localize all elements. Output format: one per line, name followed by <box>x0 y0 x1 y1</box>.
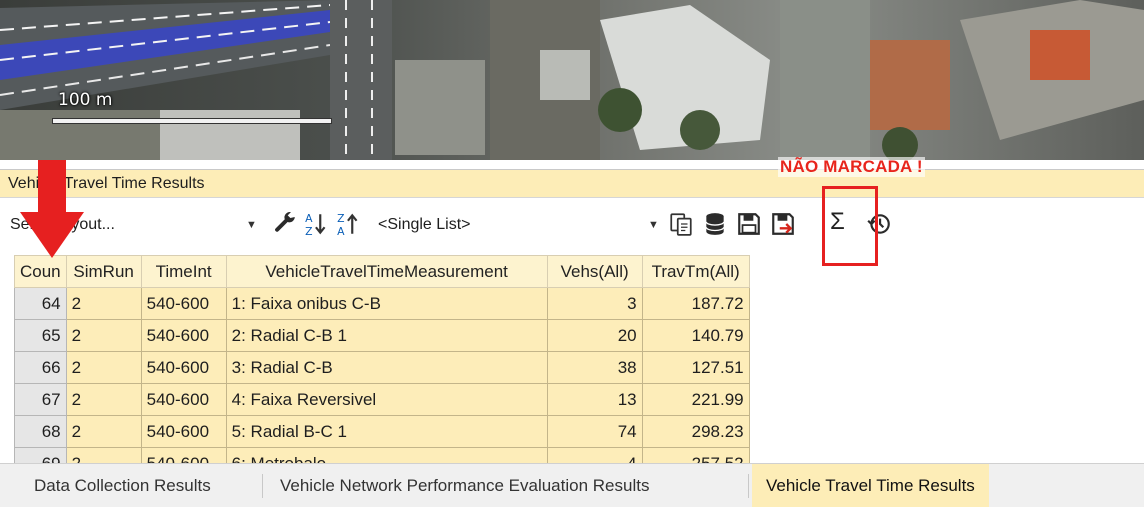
row-index: 66 <box>14 351 67 384</box>
cell-simrun: 2 <box>65 351 142 384</box>
save-icon[interactable] <box>736 211 762 237</box>
cell-vehs: 13 <box>546 383 643 416</box>
red-arrow-icon <box>20 160 84 258</box>
list-select-value: <Single List> <box>378 216 471 233</box>
panel-title: Vehicle Travel Time Results <box>0 169 1144 198</box>
column-header-count[interactable]: Coun <box>14 255 67 288</box>
map-imagery <box>0 0 1144 160</box>
results-toolbar: Select layout... ▼ A Z Z A <Single List>… <box>0 199 1144 251</box>
cell-simrun: 2 <box>65 447 142 463</box>
cell-simrun: 2 <box>65 415 142 448</box>
column-header-vehs[interactable]: Vehs(All) <box>546 255 643 288</box>
sort-ascending-icon[interactable]: A Z <box>304 211 330 237</box>
cell-timeint: 540-600 <box>140 415 227 448</box>
row-index: 67 <box>14 383 67 416</box>
cell-timeint: 540-600 <box>140 447 227 463</box>
row-index: 68 <box>14 415 67 448</box>
map-scale-bar <box>52 118 332 124</box>
column-header-measurement[interactable]: VehicleTravelTimeMeasurement <box>225 255 548 288</box>
save-export-icon[interactable] <box>770 211 796 237</box>
table-row[interactable]: 68 2 540-600 5: Radial B-C 1 74 298.23 <box>14 415 750 448</box>
sort-descending-icon[interactable]: Z A <box>336 211 362 237</box>
results-grid-area[interactable]: Coun SimRun TimeInt VehicleTravelTimeMea… <box>0 251 1144 463</box>
cell-vehs: 74 <box>546 415 643 448</box>
table-row[interactable]: 69 2 540-600 6: Metrobalo 4 257.52 <box>14 447 750 463</box>
cell-simrun: 2 <box>65 319 142 352</box>
tab-vehicle-travel-time-results[interactable]: Vehicle Travel Time Results <box>752 464 989 507</box>
cell-vehs: 38 <box>546 351 643 384</box>
cell-measurement: 3: Radial C-B <box>225 351 548 384</box>
cell-travtm: 298.23 <box>641 415 750 448</box>
wrench-icon[interactable] <box>272 211 298 237</box>
cell-timeint: 540-600 <box>140 287 227 320</box>
svg-text:Z: Z <box>305 225 312 237</box>
cell-measurement: 4: Faixa Reversivel <box>225 383 548 416</box>
column-header-simrun[interactable]: SimRun <box>65 255 142 288</box>
cell-simrun: 2 <box>65 287 142 320</box>
cell-vehs: 3 <box>546 287 643 320</box>
svg-text:Z: Z <box>337 212 344 225</box>
results-table[interactable]: Coun SimRun TimeInt VehicleTravelTimeMea… <box>14 255 750 463</box>
cell-measurement: 2: Radial C-B 1 <box>225 319 548 352</box>
cell-vehs: 4 <box>546 447 643 463</box>
tab-vehicle-network-performance[interactable]: Vehicle Network Performance Evaluation R… <box>266 464 663 507</box>
database-icon[interactable] <box>702 211 728 237</box>
chevron-down-icon: ▼ <box>648 219 659 231</box>
svg-text:A: A <box>305 212 313 225</box>
column-header-travtm[interactable]: TravTm(All) <box>641 255 750 288</box>
cell-measurement: 1: Faixa onibus C-B <box>225 287 548 320</box>
cell-timeint: 540-600 <box>140 351 227 384</box>
cell-travtm: 140.79 <box>641 319 750 352</box>
result-tabs: Data Collection Results Vehicle Network … <box>0 463 1144 507</box>
cell-timeint: 540-600 <box>140 319 227 352</box>
cell-measurement: 5: Radial B-C 1 <box>225 415 548 448</box>
tab-data-collection-results[interactable]: Data Collection Results <box>20 464 225 507</box>
svg-text:A: A <box>337 225 345 237</box>
cell-travtm: 257.52 <box>641 447 750 463</box>
cell-travtm: 221.99 <box>641 383 750 416</box>
row-index: 69 <box>14 447 67 463</box>
map-scale-label: 100 m <box>58 90 113 110</box>
table-row[interactable]: 65 2 540-600 2: Radial C-B 1 20 140.79 <box>14 319 750 352</box>
cell-travtm: 187.72 <box>641 287 750 320</box>
cell-measurement: 6: Metrobalo <box>225 447 548 463</box>
cell-simrun: 2 <box>65 383 142 416</box>
tab-divider <box>262 474 263 498</box>
row-index: 65 <box>14 319 67 352</box>
cell-timeint: 540-600 <box>140 383 227 416</box>
cell-vehs: 20 <box>546 319 643 352</box>
chevron-down-icon: ▼ <box>246 219 257 231</box>
tab-divider <box>748 474 749 498</box>
table-row[interactable]: 66 2 540-600 3: Radial C-B 38 127.51 <box>14 351 750 384</box>
cell-travtm: 127.51 <box>641 351 750 384</box>
table-header-row: Coun SimRun TimeInt VehicleTravelTimeMea… <box>14 255 750 288</box>
satellite-map[interactable]: 100 m <box>0 0 1144 160</box>
highlight-box <box>822 186 878 266</box>
annotation-label: NÃO MARCADA ! <box>778 157 925 177</box>
table-row[interactable]: 67 2 540-600 4: Faixa Reversivel 13 221.… <box>14 383 750 416</box>
column-header-timeint[interactable]: TimeInt <box>140 255 227 288</box>
table-row[interactable]: 64 2 540-600 1: Faixa onibus C-B 3 187.7… <box>14 287 750 320</box>
list-select[interactable]: <Single List> ▼ <box>372 210 664 240</box>
row-index: 64 <box>14 287 67 320</box>
copy-icon[interactable] <box>668 211 694 237</box>
